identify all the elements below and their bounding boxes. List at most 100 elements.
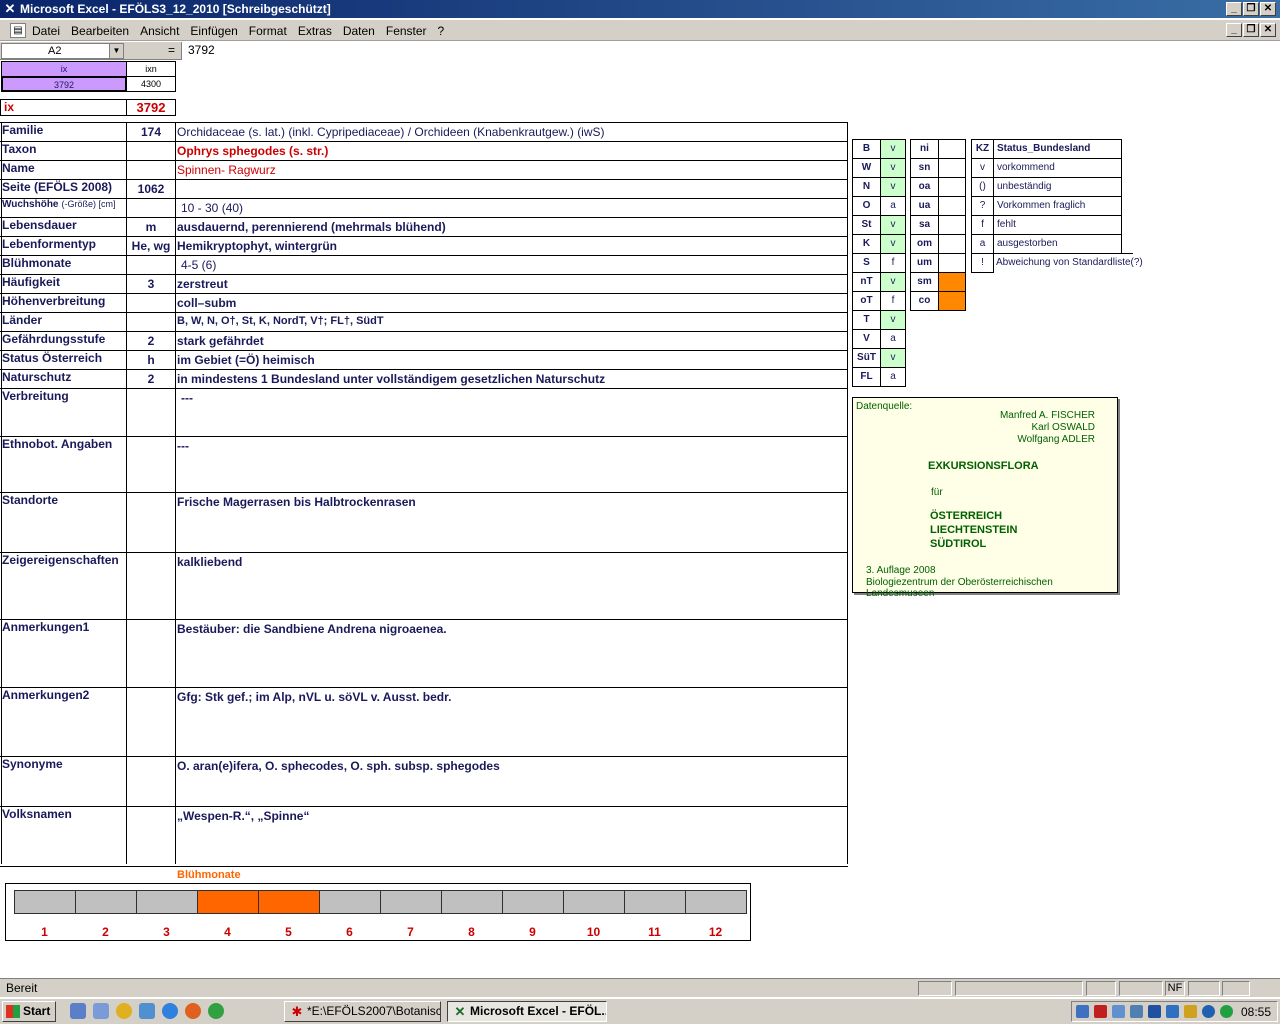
ix-header-cell[interactable]: ix — [1, 61, 127, 77]
row-value[interactable]: Hemikryptophyt, wintergrün — [177, 239, 337, 253]
row-code[interactable]: 1062 — [127, 182, 175, 196]
row-value[interactable]: „Wespen-R.“, „Spinne“ — [177, 809, 309, 823]
close-button[interactable]: ✕ — [1260, 2, 1276, 16]
row-code[interactable]: 174 — [127, 125, 175, 139]
altitude-code-cell[interactable]: sn — [910, 158, 939, 178]
quicklaunch-icon[interactable] — [70, 1003, 86, 1019]
row-value[interactable]: --- — [177, 439, 189, 453]
altitude-code-cell[interactable]: sm — [910, 272, 939, 292]
row-label[interactable]: Status Österreich — [2, 351, 102, 365]
region-status-cell[interactable]: v — [880, 215, 906, 235]
doc-close-button[interactable]: ✕ — [1260, 23, 1276, 37]
region-code-cell[interactable]: V — [852, 329, 881, 349]
tray-icon[interactable] — [1112, 1005, 1125, 1018]
tray-icon[interactable] — [1202, 1005, 1215, 1018]
altitude-code-cell[interactable]: co — [910, 291, 939, 311]
altitude-code-cell[interactable]: ni — [910, 139, 939, 159]
region-status-cell[interactable]: v — [880, 310, 906, 330]
altitude-code-cell[interactable]: oa — [910, 177, 939, 197]
region-code-cell[interactable]: nT — [852, 272, 881, 292]
altitude-status-cell[interactable] — [938, 158, 966, 178]
row-label[interactable]: Häufigkeit — [2, 275, 60, 289]
row-label[interactable]: Taxon — [2, 142, 36, 156]
row-label[interactable]: Verbreitung — [2, 389, 69, 403]
row-code[interactable]: He, wg — [127, 239, 175, 253]
row-value[interactable]: Gfg: Stk gef.; im Alp, nVL u. söVL v. Au… — [177, 690, 451, 704]
tray-icon[interactable] — [1166, 1005, 1179, 1018]
chrome-icon[interactable] — [208, 1003, 224, 1019]
menu-item[interactable]: Bearbeiten — [71, 24, 129, 38]
region-code-cell[interactable]: St — [852, 215, 881, 235]
altitude-status-cell[interactable] — [938, 272, 966, 292]
altitude-status-cell[interactable] — [938, 291, 966, 311]
altitude-code-cell[interactable]: om — [910, 234, 939, 254]
tray-icon[interactable] — [1148, 1005, 1161, 1018]
ixn-value-cell[interactable]: 4300 — [126, 76, 176, 92]
row-value[interactable]: Orchidaceae (s. lat.) (inkl. Cypripediac… — [177, 125, 605, 139]
altitude-code-cell[interactable]: ua — [910, 196, 939, 216]
region-status-cell[interactable]: v — [880, 158, 906, 178]
altitude-status-cell[interactable] — [938, 215, 966, 235]
row-value[interactable]: B, W, N, O†, St, K, NordT, V†; FL†, SüdT — [177, 315, 384, 327]
row-value[interactable]: 4-5 (6) — [181, 258, 216, 272]
row-value[interactable]: Frische Magerrasen bis Halbtrockenrasen — [177, 495, 416, 509]
row-label[interactable]: Synonyme — [2, 757, 63, 771]
region-status-cell[interactable]: a — [880, 329, 906, 349]
region-code-cell[interactable]: SüT — [852, 348, 881, 368]
excel-icon[interactable]: ✕ — [3, 2, 17, 16]
row-value[interactable]: kalkliebend — [177, 555, 242, 569]
region-code-cell[interactable]: K — [852, 234, 881, 254]
quicklaunch-icon[interactable] — [116, 1003, 132, 1019]
row-code[interactable]: 2 — [127, 334, 175, 348]
region-status-cell[interactable]: v — [880, 139, 906, 159]
ie-icon[interactable] — [162, 1003, 178, 1019]
menu-item[interactable]: Datei — [32, 24, 60, 38]
row-value[interactable]: --- — [181, 391, 193, 405]
region-code-cell[interactable]: T — [852, 310, 881, 330]
menu-item[interactable]: Extras — [298, 24, 332, 38]
tray-icon[interactable] — [1220, 1005, 1233, 1018]
altitude-code-cell[interactable]: sa — [910, 215, 939, 235]
row-label[interactable]: Höhenverbreitung — [2, 294, 105, 308]
row-label[interactable]: Name — [2, 161, 35, 175]
row-label[interactable]: Seite (EFÖLS 2008) — [2, 180, 112, 194]
row-value[interactable]: zerstreut — [177, 277, 228, 291]
tray-icon[interactable] — [1076, 1005, 1089, 1018]
document-icon[interactable]: ▤ — [10, 23, 26, 38]
region-code-cell[interactable]: N — [852, 177, 881, 197]
chevron-down-icon[interactable]: ▼ — [109, 44, 123, 58]
row-value[interactable]: Spinnen- Ragwurz — [177, 163, 276, 177]
row-label[interactable]: Anmerkungen2 — [2, 688, 89, 702]
row-code[interactable]: 3 — [127, 277, 175, 291]
altitude-status-cell[interactable] — [938, 253, 966, 273]
menu-item[interactable]: Format — [249, 24, 287, 38]
region-status-cell[interactable]: f — [880, 253, 906, 273]
region-code-cell[interactable]: W — [852, 158, 881, 178]
region-code-cell[interactable]: oT — [852, 291, 881, 311]
name-box[interactable]: A2 ▼ — [1, 43, 124, 59]
row-value[interactable]: coll–subm — [177, 296, 236, 310]
task-botanisc[interactable]: ✱ *E:\EFÖLS2007\Botanisc... — [284, 1001, 441, 1022]
altitude-status-cell[interactable] — [938, 234, 966, 254]
row-label[interactable]: Naturschutz — [2, 370, 71, 384]
row-value[interactable]: in mindestens 1 Bundesland unter vollstä… — [177, 372, 605, 386]
region-code-cell[interactable]: FL — [852, 367, 881, 387]
row-label[interactable]: Lebensdauer — [2, 218, 77, 232]
row-code[interactable]: h — [127, 353, 175, 367]
quicklaunch-icon[interactable] — [93, 1003, 109, 1019]
ixn-header-cell[interactable]: ixn — [126, 61, 176, 77]
row-label[interactable]: Zeigereigenschaften — [2, 553, 119, 567]
menu-item[interactable]: ? — [438, 24, 445, 38]
menu-item[interactable]: Fenster — [386, 24, 427, 38]
row-value[interactable]: stark gefährdet — [177, 334, 264, 348]
ix-big-value[interactable]: 3792 — [126, 99, 176, 116]
region-code-cell[interactable]: O — [852, 196, 881, 216]
row-value[interactable]: ausdauernd, perennierend (mehrmals blühe… — [177, 220, 446, 234]
tray-icon[interactable] — [1094, 1005, 1107, 1018]
row-label[interactable]: Familie — [2, 123, 43, 137]
region-status-cell[interactable]: f — [880, 291, 906, 311]
doc-minimize-button[interactable]: _ — [1226, 23, 1242, 37]
region-status-cell[interactable]: a — [880, 196, 906, 216]
row-code[interactable]: 2 — [127, 372, 175, 386]
row-label[interactable]: Lebenformentyp — [2, 237, 96, 251]
